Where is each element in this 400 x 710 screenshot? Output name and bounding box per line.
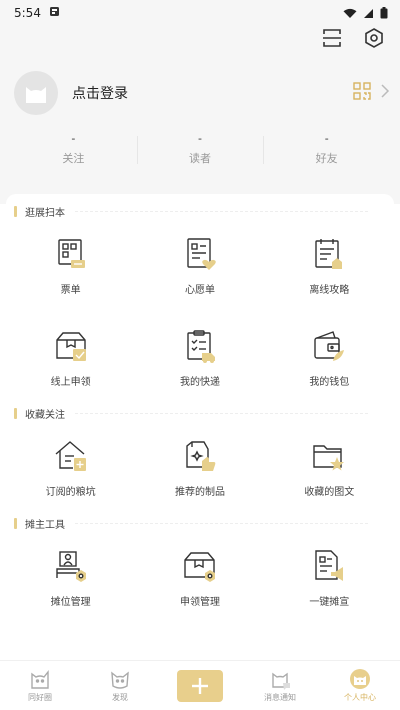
cat-icon [31,670,49,689]
profile-cat-icon [350,669,370,689]
cat-bubble-icon [272,672,290,690]
wallet-icon [314,331,345,361]
bottom-tab-bar: 同好圈 发现 消息通知 个人中心 [0,660,400,710]
subscribed-icon [55,441,86,471]
menu-item-label: 一键摊宣 [309,597,350,608]
tab-community[interactable]: 同好圈 [0,661,80,710]
tab-label: 发现 [112,693,128,702]
stat-value: - [71,132,76,145]
offline-guide-icon [315,239,343,269]
tab-label: 消息通知 [264,693,296,702]
section-grid: 订阅的粮坑 推荐的制品 收藏的图文 [6,422,394,514]
profile-header: 点击登录 - 关注 - 读者 - 好友 [0,26,400,204]
section-title: 收藏关注 [25,409,65,421]
menu-item-label: 申领管理 [179,597,220,608]
stats-row: - 关注 - 读者 - 好友 [10,132,390,166]
section-title: 逛展扫本 [25,207,65,219]
menu-item-label: 票单 [60,285,81,296]
menu-item-wallet[interactable]: 我的钱包 [265,312,394,404]
stat-label: 读者 [189,152,211,165]
menu-item-online-claim[interactable]: 线上申领 [6,312,135,404]
notification-icon [49,6,60,20]
battery-icon [380,4,388,23]
menu-item-label: 摊位管理 [50,597,91,608]
stat-readers[interactable]: - 读者 [136,132,264,166]
stat-friends[interactable]: - 好友 [263,132,390,166]
menu-item-ticket[interactable]: 票单 [6,220,135,312]
stat-following[interactable]: - 关注 [10,132,137,166]
recommended-icon [186,441,216,471]
plus-icon [192,677,208,694]
cat-face-icon [111,671,129,689]
tab-label: 个人中心 [344,693,376,702]
tab-profile[interactable]: 个人中心 [320,661,400,710]
menu-item-subscribed[interactable]: 订阅的粮坑 [6,422,135,514]
menu-item-label: 离线攻略 [309,285,350,296]
promote-icon [315,550,344,581]
ticket-icon [57,239,85,268]
booth-manage-icon [55,551,86,582]
wifi-icon [343,4,357,23]
section-header: 收藏关注 [14,404,394,422]
online-claim-icon [55,332,86,361]
add-button[interactable] [177,669,223,702]
menu-item-label: 订阅的粮坑 [45,487,96,498]
favorites-icon [313,445,345,471]
login-row[interactable]: 点击登录 [14,70,390,116]
menu-item-promote[interactable]: 一键摊宣 [265,532,394,624]
menu-item-label: 推荐的制品 [174,487,225,498]
menu-item-label: 收藏的图文 [304,487,355,498]
status-bar: 5:54 [0,0,400,26]
status-time: 5:54 [14,6,41,20]
avatar[interactable] [14,71,58,115]
scan-icon[interactable] [320,26,344,50]
claim-manage-icon [184,552,215,582]
menu-item-claim-manage[interactable]: 申领管理 [135,532,264,624]
section-title: 摊主工具 [25,519,65,531]
menu-card: 逛展扫本 票单 心愿单 离线攻略 线上申领 我的快递 我的钱包 收藏关注 订阅的… [6,194,394,658]
signal-icon [363,4,374,23]
menu-item-booth-manage[interactable]: 摊位管理 [6,532,135,624]
section-grid: 摊位管理 申领管理 一键摊宣 [6,532,394,624]
menu-item-wishlist[interactable]: 心愿单 [135,220,264,312]
settings-icon[interactable] [362,26,386,50]
stat-label: 好友 [315,152,338,165]
section-header: 摊主工具 [14,514,394,532]
menu-item-label: 我的钱包 [309,377,350,388]
menu-item-delivery[interactable]: 我的快递 [135,312,264,404]
wishlist-icon [187,238,216,270]
stat-value: - [324,132,329,145]
tab-create[interactable] [160,661,240,710]
tab-notifications[interactable]: 消息通知 [240,661,320,710]
stat-label: 关注 [62,152,85,165]
menu-item-label: 心愿单 [184,285,215,296]
chevron-right-icon[interactable] [380,83,390,103]
menu-item-offline-guide[interactable]: 离线攻略 [265,220,394,312]
login-label[interactable]: 点击登录 [72,83,128,103]
section-header: 逛展扫本 [14,202,394,220]
stat-value: - [198,132,202,145]
tab-label: 同好圈 [28,693,52,702]
menu-item-label: 我的快递 [179,377,220,388]
section-grid: 票单 心愿单 离线攻略 线上申领 我的快递 我的钱包 [6,220,394,404]
tab-discover[interactable]: 发现 [80,661,160,710]
menu-item-label: 线上申领 [50,377,91,388]
menu-item-recommended[interactable]: 推荐的制品 [135,422,264,514]
menu-item-favorites[interactable]: 收藏的图文 [265,422,394,514]
qr-code-icon[interactable] [352,81,372,105]
delivery-icon [187,330,215,363]
